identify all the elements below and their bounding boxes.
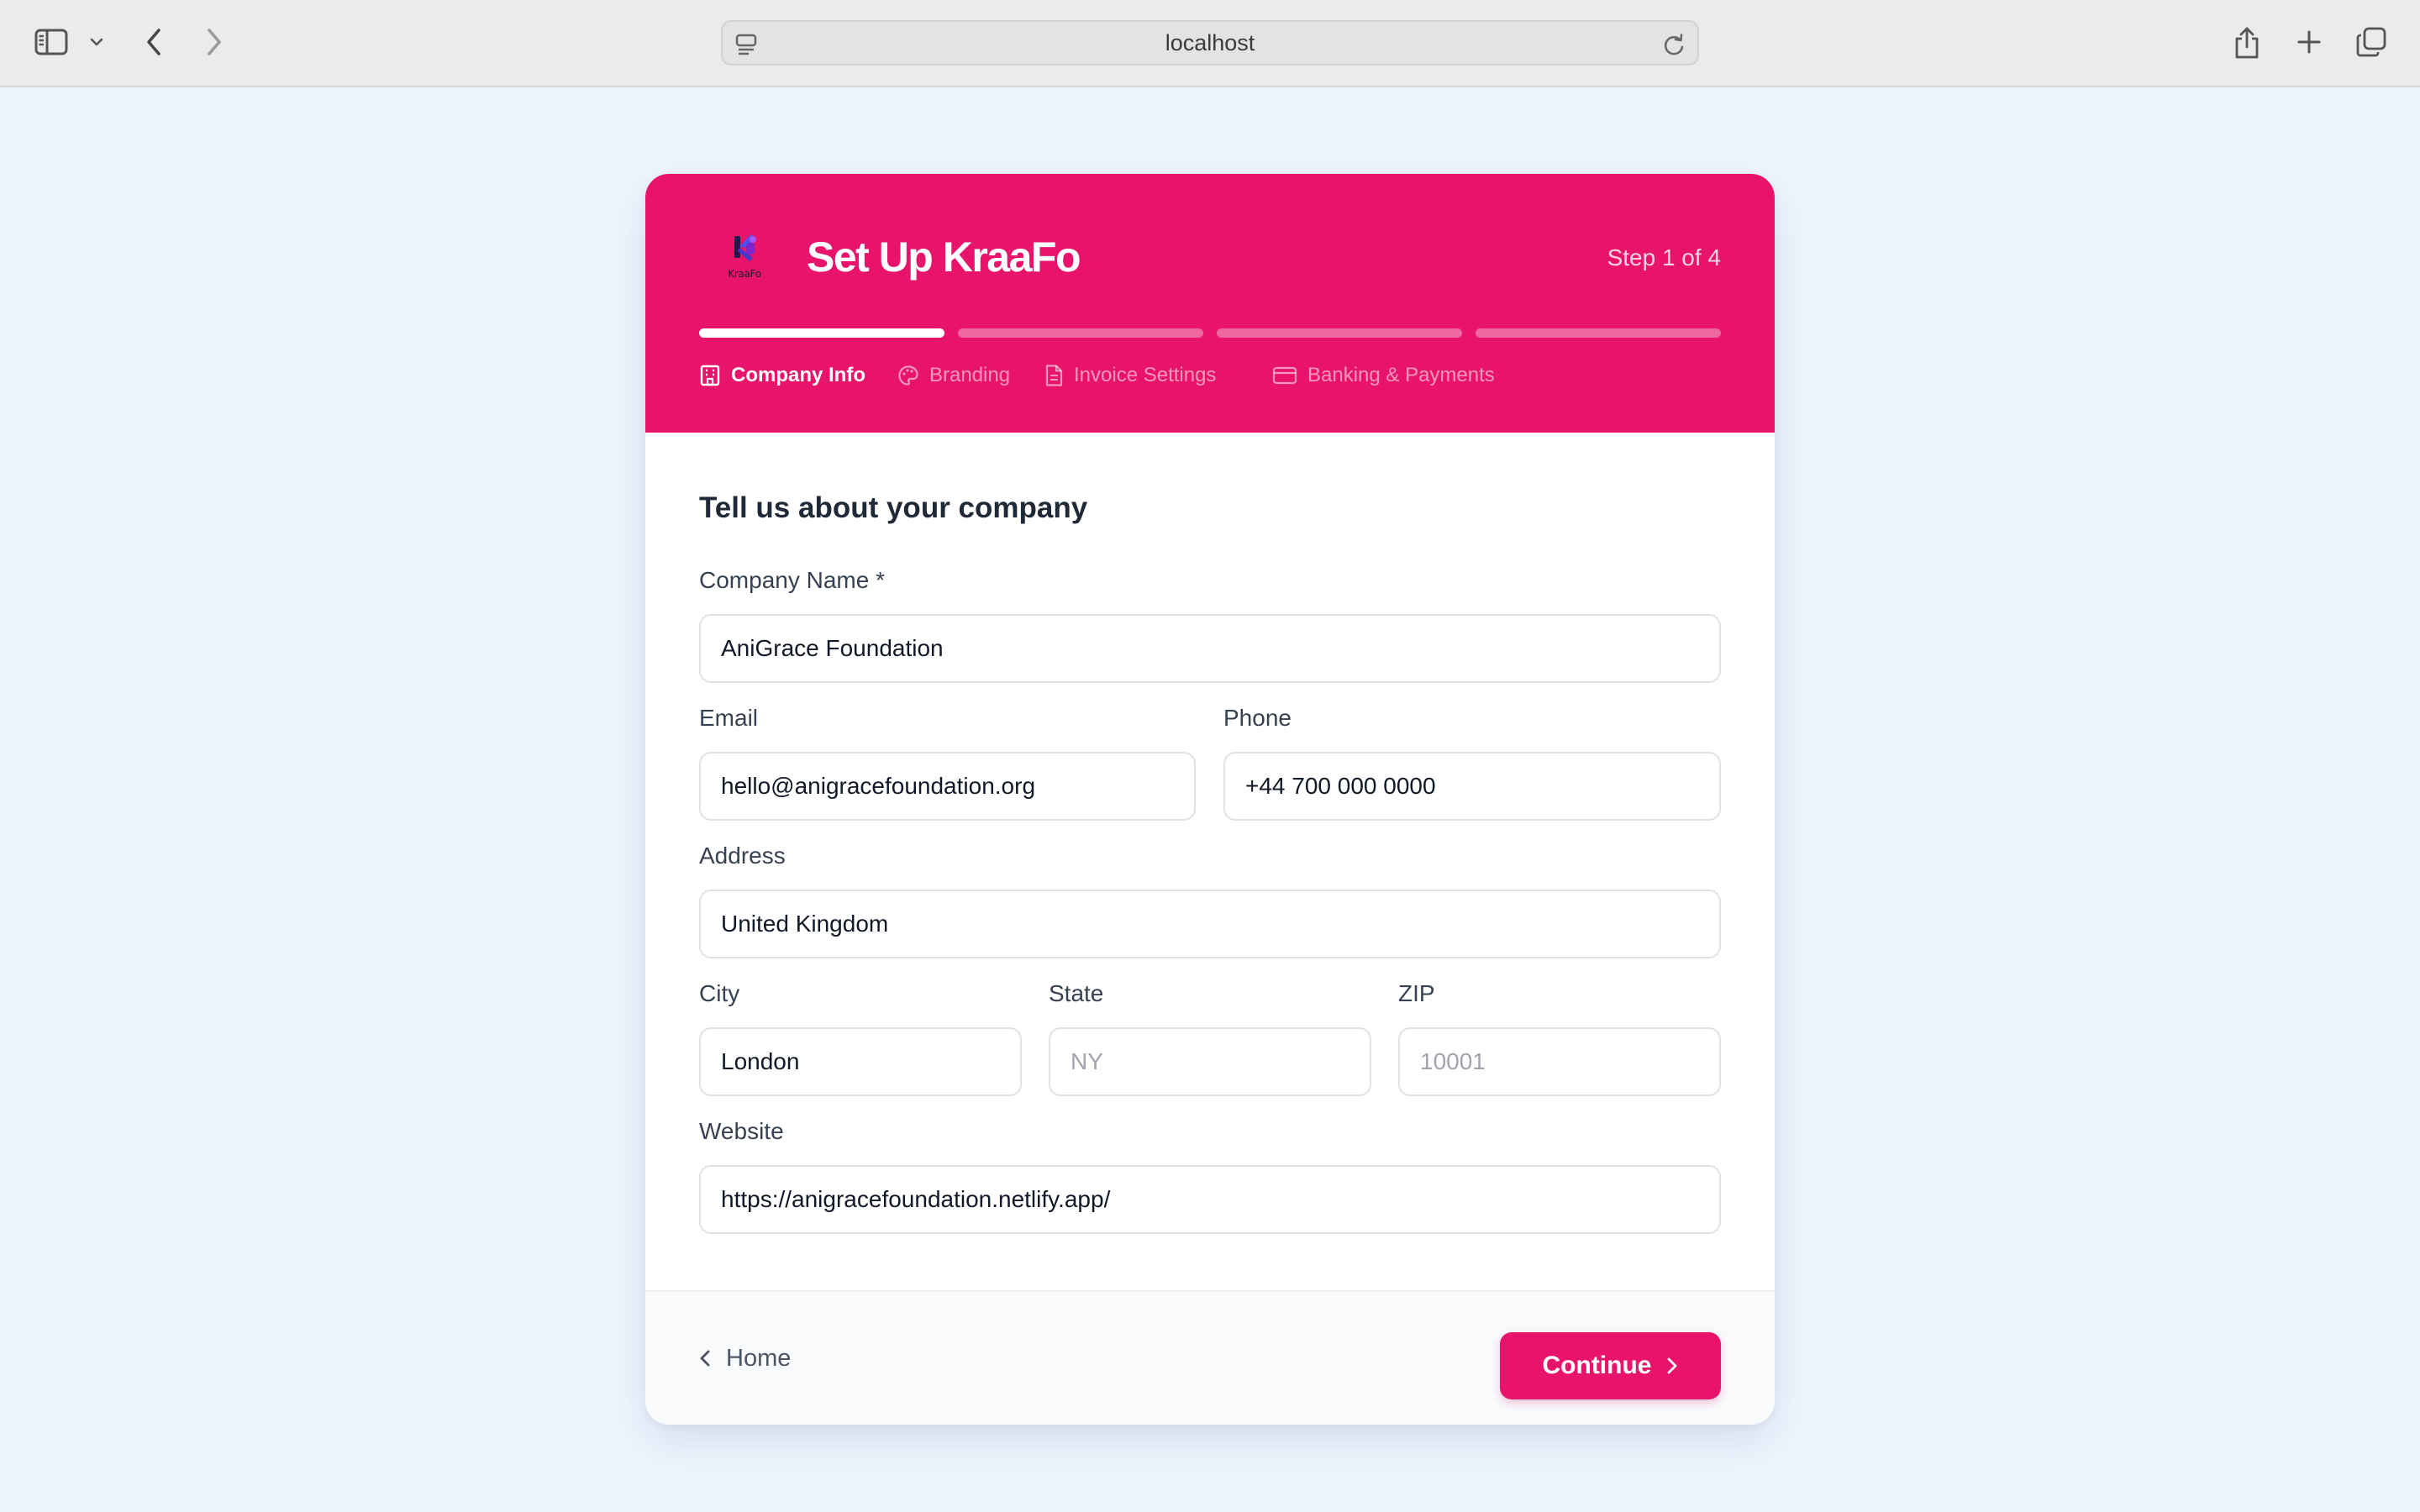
step-counter: Step 1 of 4 — [1607, 244, 1721, 270]
reload-icon[interactable] — [1662, 32, 1686, 57]
home-button-label: Home — [726, 1344, 792, 1372]
step-tab-label: Branding — [929, 364, 1011, 386]
city-label: City — [699, 980, 740, 1006]
progress-segment-2 — [958, 328, 1203, 338]
share-icon[interactable] — [2232, 24, 2262, 62]
step-tab-label: Banking & Payments — [1307, 364, 1495, 386]
address-bar[interactable]: localhost — [721, 20, 1699, 66]
phone-input[interactable] — [1223, 752, 1721, 821]
state-label: State — [1049, 980, 1104, 1006]
back-arrow-icon[interactable] — [141, 25, 166, 59]
card-footer: Home Continue — [645, 1290, 1775, 1425]
setup-card: KraaFo Set Up KraaFo Step 1 of 4 Company… — [645, 174, 1775, 1425]
building-icon — [699, 364, 721, 387]
website-label: Website — [699, 1118, 784, 1144]
phone-label: Phone — [1223, 705, 1292, 731]
sidebar-icon[interactable] — [34, 27, 69, 57]
progress-bar — [699, 328, 1721, 339]
address-label: Address — [699, 843, 786, 869]
logo-text: KraaFo — [728, 268, 761, 280]
step-tab-branding[interactable]: Branding — [897, 364, 1010, 387]
company-name-input[interactable] — [699, 614, 1721, 683]
credit-card-icon — [1272, 365, 1297, 386]
card-header: KraaFo Set Up KraaFo Step 1 of 4 Company… — [645, 174, 1775, 433]
website-input[interactable] — [699, 1165, 1721, 1234]
email-label: Email — [699, 705, 759, 731]
chevron-left-icon — [699, 1349, 711, 1368]
home-button[interactable]: Home — [699, 1337, 791, 1379]
browser-toolbar: localhost — [0, 0, 2420, 87]
zip-label: ZIP — [1398, 980, 1435, 1006]
progress-segment-4 — [1476, 328, 1721, 338]
continue-button[interactable]: Continue — [1500, 1332, 1721, 1399]
step-tab-label: Invoice Settings — [1074, 364, 1217, 386]
document-icon — [1044, 364, 1064, 387]
plus-icon[interactable] — [2294, 27, 2324, 57]
page-title: Set Up KraaFo — [807, 234, 1081, 281]
step-tab-label: Company Info — [731, 364, 865, 386]
address-input[interactable] — [699, 890, 1721, 958]
form-title: Tell us about your company — [699, 491, 1088, 524]
continue-button-label: Continue — [1542, 1352, 1652, 1379]
state-input[interactable] — [1049, 1027, 1371, 1096]
step-tab-invoice-settings[interactable]: Invoice Settings — [1044, 364, 1216, 387]
tabs-overview-icon[interactable] — [2354, 25, 2388, 59]
forward-arrow-icon[interactable] — [202, 25, 227, 59]
city-input[interactable] — [699, 1027, 1022, 1096]
progress-segment-3 — [1217, 328, 1462, 338]
chevron-right-icon — [1666, 1357, 1678, 1375]
step-tab-banking-payments[interactable]: Banking & Payments — [1272, 364, 1495, 387]
progress-segment-1 — [699, 328, 944, 338]
step-tab-company-info[interactable]: Company Info — [699, 364, 865, 387]
kraafo-logo: KraaFo — [719, 229, 770, 280]
chevron-down-icon[interactable] — [87, 32, 106, 52]
url-text[interactable]: localhost — [723, 22, 1697, 64]
palette-icon — [897, 365, 919, 386]
company-name-label: Company Name * — [699, 567, 885, 593]
email-input[interactable] — [699, 752, 1196, 821]
zip-input[interactable] — [1398, 1027, 1721, 1096]
